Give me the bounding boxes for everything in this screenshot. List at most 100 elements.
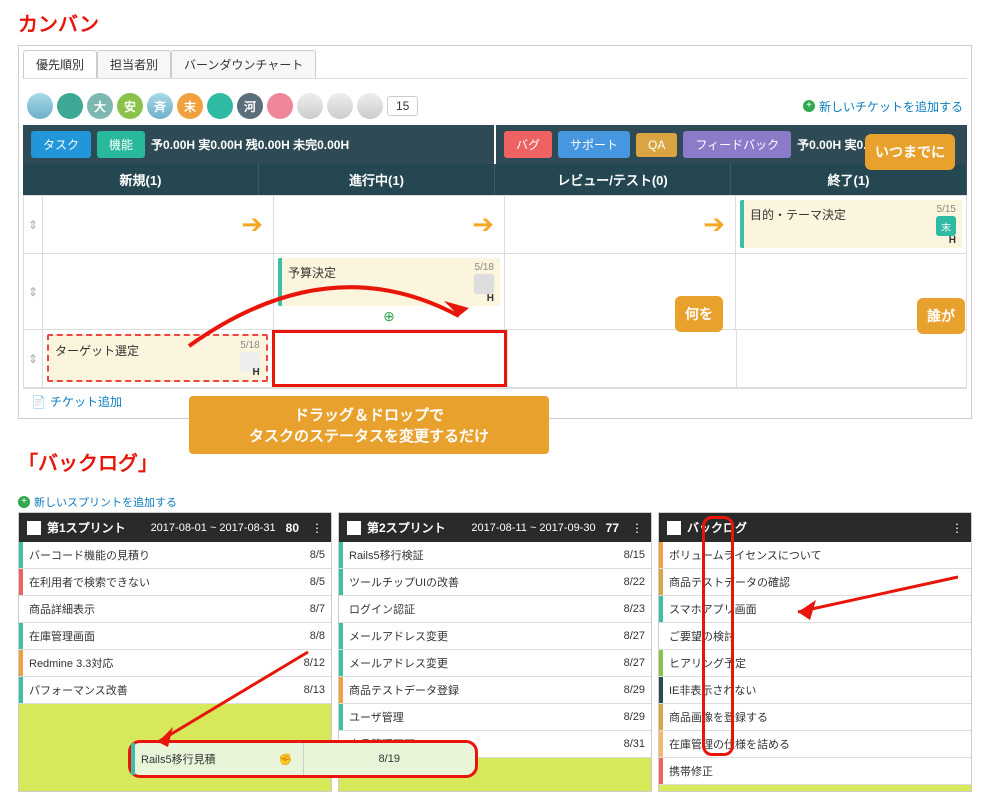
card-progress[interactable]: 予算決定 5/18 H xyxy=(278,258,500,306)
story-title: IE非表示されない xyxy=(669,682,756,698)
menu-dots-icon[interactable]: ⋮ xyxy=(311,521,323,535)
add-ticket-link[interactable]: + 新しいチケットを追加する xyxy=(803,98,963,115)
row-handle[interactable]: ⇕ xyxy=(24,254,42,329)
story-row[interactable]: 在利用者で検索できない 8/5 xyxy=(19,569,331,596)
avatar[interactable] xyxy=(207,93,233,119)
story-row[interactable]: 在庫管理画面 8/8 xyxy=(19,623,331,650)
story-row[interactable]: IE非表示されない xyxy=(659,677,971,704)
story-row[interactable]: メールアドレス変更 8/27 xyxy=(339,650,651,677)
story-row[interactable]: ツールチップUIの改善 8/22 xyxy=(339,569,651,596)
story-row[interactable]: ヒアリング予定 xyxy=(659,650,971,677)
story-color-bar xyxy=(339,596,343,622)
filter-feature-button[interactable]: 機能 xyxy=(97,131,145,158)
card-date: 5/18 xyxy=(475,262,494,273)
ticket-add-label: チケット追加 xyxy=(50,393,122,410)
story-title: 在庫管理画面 xyxy=(29,628,95,644)
avatar[interactable]: 河 xyxy=(237,93,263,119)
story-row[interactable]: ユーザ管理 8/29 xyxy=(339,704,651,731)
story-color-bar xyxy=(339,650,343,676)
callout-main: ドラッグ＆ドロップで タスクのステータスを変更するだけ xyxy=(189,396,549,454)
avatar[interactable] xyxy=(357,93,383,119)
callout-when: いつまでに xyxy=(865,134,955,170)
dragging-story[interactable]: Rails5移行見積✊ 8/19 xyxy=(128,740,478,778)
menu-dots-icon[interactable]: ⋮ xyxy=(631,521,643,535)
story-row[interactable]: バーコード機能の見積り 8/5 xyxy=(19,542,331,569)
story-title: 携帯修正 xyxy=(669,763,713,779)
filter-support-button[interactable]: サポート xyxy=(558,131,630,158)
story-title: Redmine 3.3対応 xyxy=(29,655,113,671)
avatar[interactable]: 末 xyxy=(177,93,203,119)
sprint-header[interactable]: 第2スプリント 2017-08-11 ~ 2017-09-30 77 ⋮ xyxy=(339,513,651,542)
filter-qa-button[interactable]: QA xyxy=(636,133,677,157)
add-sprint-label: 新しいスプリントを追加する xyxy=(34,494,177,510)
filter-task-button[interactable]: タスク xyxy=(31,131,91,158)
story-row[interactable]: ログイン認証 8/23 xyxy=(339,596,651,623)
card-hours: H xyxy=(949,235,956,246)
story-color-bar xyxy=(659,542,663,568)
add-ticket-label: 新しいチケットを追加する xyxy=(819,98,963,115)
card-new-dragging[interactable]: ターゲット選定 5/18 H xyxy=(47,334,268,382)
story-row[interactable]: パフォーマンス改善 8/13 xyxy=(19,677,331,704)
row-handle[interactable]: ⇕ xyxy=(24,330,42,387)
expand-icon[interactable] xyxy=(347,521,361,535)
menu-dots-icon[interactable]: ⋮ xyxy=(951,521,963,535)
tab-burndown[interactable]: バーンダウンチャート xyxy=(171,50,316,78)
avatar[interactable] xyxy=(57,93,83,119)
expand-icon[interactable] xyxy=(667,521,681,535)
story-points: 8/27 xyxy=(624,630,645,642)
sprint-header[interactable]: バックログ ⋮ xyxy=(659,513,971,542)
story-row[interactable]: 携帯修正 xyxy=(659,758,971,785)
story-title: メールアドレス変更 xyxy=(349,628,448,644)
avatar[interactable] xyxy=(27,93,53,119)
add-card-icon[interactable]: ⊕ xyxy=(278,308,500,325)
avatar-count: 15 xyxy=(387,96,418,116)
story-color-bar xyxy=(339,623,343,649)
story-points: 8/31 xyxy=(624,738,645,750)
filter-bug-button[interactable]: バグ xyxy=(504,131,552,158)
story-row[interactable]: ご要望の検討 xyxy=(659,623,971,650)
story-points: 8/23 xyxy=(624,603,645,615)
story-points: 8/5 xyxy=(310,549,325,561)
expand-icon[interactable] xyxy=(27,521,41,535)
story-color-bar xyxy=(339,677,343,703)
avatar[interactable] xyxy=(327,93,353,119)
story-color-bar xyxy=(659,677,663,703)
story-points: 8/12 xyxy=(304,657,325,669)
story-row[interactable]: 商品詳細表示 8/7 xyxy=(19,596,331,623)
avatar[interactable]: 安 xyxy=(117,93,143,119)
story-row[interactable]: スマホアプリ画面 xyxy=(659,596,971,623)
card-done[interactable]: 目的・テーマ決定 5/15 末 H xyxy=(740,200,962,248)
story-points: 8/27 xyxy=(624,657,645,669)
story-row[interactable]: 商品テストデータの確認 xyxy=(659,569,971,596)
sprint-header[interactable]: 第1スプリント 2017-08-01 ~ 2017-08-31 80 ⋮ xyxy=(19,513,331,542)
story-title: パフォーマンス改善 xyxy=(29,682,128,698)
avatar[interactable] xyxy=(297,93,323,119)
add-sprint-link[interactable]: + 新しいスプリントを追加する xyxy=(18,492,972,512)
card-assignee: 末 xyxy=(936,216,956,236)
avatar[interactable]: 大 xyxy=(87,93,113,119)
story-color-bar xyxy=(19,569,23,595)
avatar[interactable]: 斉 xyxy=(147,93,173,119)
story-color-bar xyxy=(339,542,343,568)
story-row[interactable]: 商品テストデータ登録 8/29 xyxy=(339,677,651,704)
story-row[interactable]: Rails5移行検証 8/15 xyxy=(339,542,651,569)
story-points: 8/29 xyxy=(624,684,645,696)
story-title: 在利用者で検索できない xyxy=(29,574,150,590)
plus-icon: + xyxy=(18,496,30,508)
avatar[interactable] xyxy=(267,93,293,119)
filter-feedback-button[interactable]: フィードバック xyxy=(683,131,791,158)
story-row[interactable]: メールアドレス変更 8/27 xyxy=(339,623,651,650)
story-row[interactable]: 在庫管理の仕様を詰める xyxy=(659,731,971,758)
card-title: ターゲット選定 xyxy=(55,344,139,358)
story-row[interactable]: 商品画像を登録する xyxy=(659,704,971,731)
story-title: 商品画像を登録する xyxy=(669,709,768,725)
story-row[interactable]: ボリュームライセンスについて xyxy=(659,542,971,569)
story-row[interactable]: Redmine 3.3対応 8/12 xyxy=(19,650,331,677)
story-color-bar xyxy=(19,623,23,649)
tab-priority[interactable]: 優先順別 xyxy=(23,50,97,78)
row-handle[interactable]: ⇕ xyxy=(24,196,42,253)
avatar-row: 大 安 斉 末 河 15 + 新しいチケットを追加する xyxy=(23,87,967,125)
grab-cursor-icon: ✊ xyxy=(279,753,293,766)
arrow-right-icon: ➔ xyxy=(472,209,494,240)
tab-assignee[interactable]: 担当者別 xyxy=(97,50,171,78)
